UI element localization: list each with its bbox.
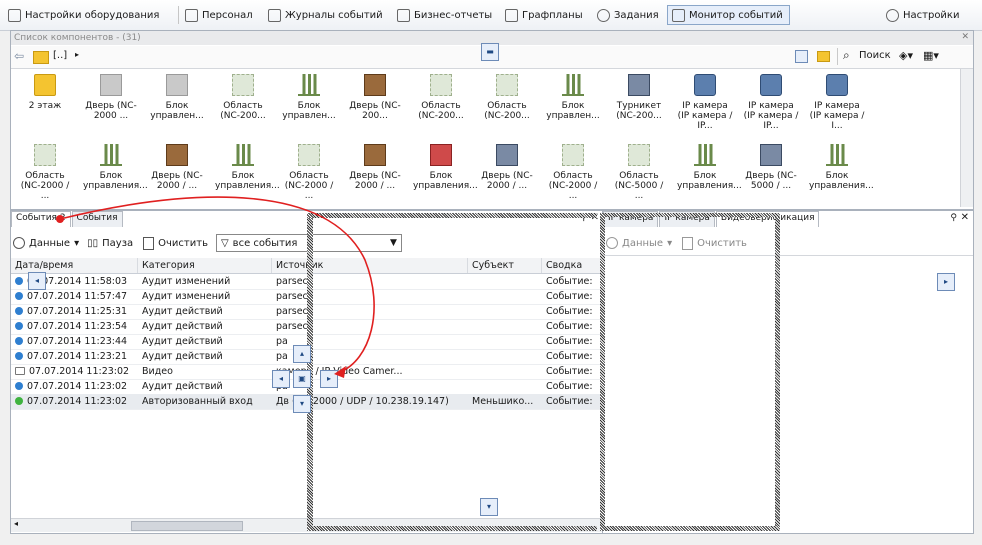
drag-arrow-annotation	[56, 196, 375, 378]
drag-arrow-head	[334, 366, 346, 378]
drag-arrow-path	[59, 196, 375, 373]
